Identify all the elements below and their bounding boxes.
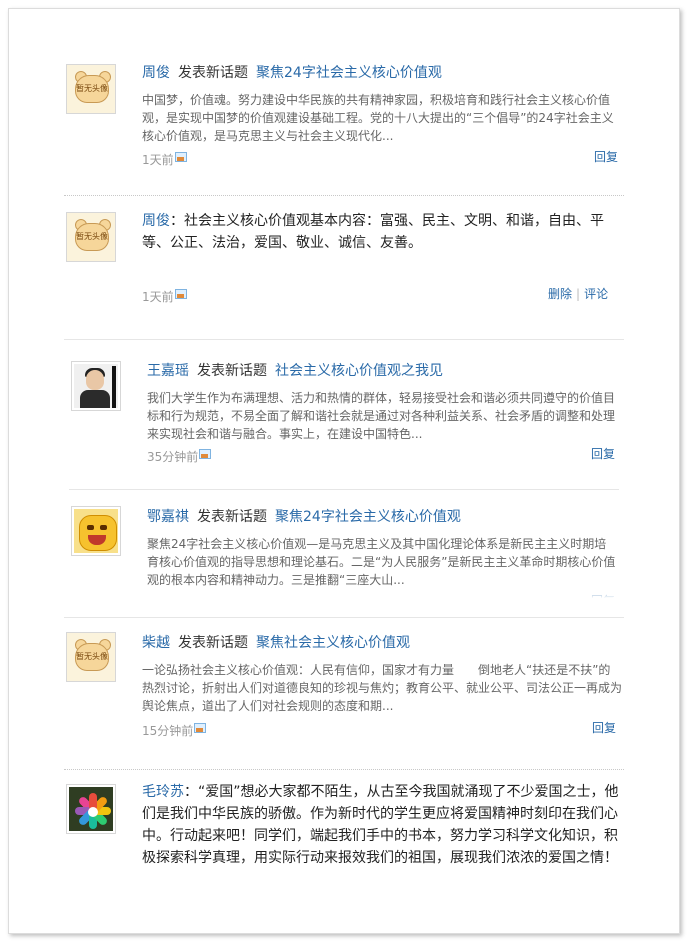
post-content: “爱国”想必大家都不陌生，从古至今我国就涌现了不少爱国之士，他们是我们中华民族的… (142, 784, 619, 866)
action-verb: 发表新话题 (197, 509, 267, 525)
cartoon-face-icon (79, 515, 117, 551)
topic-link[interactable]: 社会主义核心价值观之我见 (275, 363, 443, 379)
timestamp-text: 1天前 (142, 153, 174, 167)
user-name-link[interactable]: 柴越 (142, 635, 170, 651)
action-separator: | (576, 287, 581, 301)
feed-item: 王嘉瑶 发表新话题 社会主义核心价值观之我见 我们大学生作为布满理想、活力和热情的群… (9, 339, 679, 489)
status-post: 周俊：社会主义核心价值观基本内容：富强、民主、文明、和谐，自由、平等、公正、法治… (142, 210, 622, 254)
user-name-link[interactable]: 王嘉瑶 (147, 363, 189, 379)
divider (64, 195, 624, 196)
post-actions: 删除 | 评论 (548, 286, 608, 302)
reply-link[interactable]: 回复 (591, 446, 615, 462)
avatar[interactable]: 暂无头像 (66, 64, 116, 114)
topic-summary: 我们大学生作为布满理想、活力和热情的群体，轻易接受社会和谐必须共同遵守的价值目标… (147, 391, 616, 441)
feed-item-header: 鄂嘉祺 发表新话题 聚焦24字社会主义核心价值观 (147, 508, 461, 526)
avatar[interactable]: 暂无头像 (66, 212, 116, 262)
timestamp: 15分钟前 (142, 723, 207, 739)
delete-link[interactable]: 删除 (548, 287, 572, 301)
timestamp-text: 15分钟前 (142, 724, 194, 738)
flower-center (88, 807, 98, 817)
action-verb: 发表新话题 (178, 635, 248, 651)
feed-item: 暂无头像 周俊 发表新话题 聚焦24字社会主义核心价值观 中国梦，价值魂。努力建设中… (9, 9, 679, 199)
feed-item-header: 王嘉瑶 发表新话题 社会主义核心价值观之我见 (147, 362, 443, 380)
reply-link[interactable]: 回复 (592, 720, 616, 736)
feed-item: 暂无头像 周俊：社会主义核心价值观基本内容：富强、民主、文明、和谐，自由、平等、… (9, 199, 679, 339)
timestamp: 35分钟前 (147, 449, 212, 465)
portrait-face (86, 370, 104, 390)
cartoon-eye (100, 525, 107, 530)
action-verb: 发表新话题 (197, 363, 267, 379)
feed-item: 鄂嘉祺 发表新话题 聚焦24字社会主义核心价值观 聚焦24字社会主义核心价值观—是马… (9, 489, 679, 599)
comment-link[interactable]: 评论 (584, 287, 608, 301)
topic-link[interactable]: 聚焦24字社会主义核心价值观 (275, 509, 461, 525)
reply-link[interactable]: 回复 (594, 149, 618, 165)
post-separator: ： (170, 213, 184, 229)
topic-summary: 中国梦，价值魂。努力建设中华民族的共有精神家园，积极培育和践行社会主义核心价值观… (142, 93, 614, 143)
feed-item-header: 柴越 发表新话题 聚焦社会主义核心价值观 (142, 634, 410, 652)
timestamp: 1天前 (142, 289, 187, 305)
avatar-placeholder-label: 暂无头像 (76, 232, 108, 241)
clip-fade (9, 587, 679, 603)
status-post: 毛玲苏：“爱国”想必大家都不陌生，从古至今我国就涌现了不少爱国之士，他们是我们中… (142, 781, 622, 869)
avatar-placeholder-label: 暂无头像 (76, 652, 108, 661)
timestamp-text: 35分钟前 (147, 450, 199, 464)
post-separator: ： (184, 784, 198, 800)
image-attachment-icon (199, 449, 212, 459)
image-attachment-icon (174, 152, 187, 162)
portrait-body (80, 390, 110, 408)
timestamp: 1天前 (142, 152, 187, 168)
topic-link[interactable]: 聚焦24字社会主义核心价值观 (256, 65, 442, 81)
image-attachment-icon (194, 723, 207, 733)
feed-item-header: 周俊 发表新话题 聚焦24字社会主义核心价值观 (142, 64, 442, 82)
user-name-link[interactable]: 周俊 (142, 65, 170, 81)
user-name-link[interactable]: 毛玲苏 (142, 784, 184, 800)
topic-summary: 一论弘扬社会主义核心价值观：人民有信仰，国家才有力量 倒地老人“扶还是不扶”的热… (142, 663, 623, 713)
topic-summary: 聚焦24字社会主义核心价值观—是马克思主义及其中国化理论体系是新民主主义时期培育… (147, 537, 616, 587)
divider (64, 617, 624, 618)
cartoon-eye (87, 525, 94, 530)
post-content: 社会主义核心价值观基本内容：富强、民主、文明、和谐，自由、平等、公正、法治，爱国… (142, 213, 604, 251)
feed-item: 毛玲苏：“爱国”想必大家都不陌生，从古至今我国就涌现了不少爱国之士，他们是我们中… (9, 771, 679, 933)
avatar[interactable] (66, 784, 116, 834)
divider (64, 769, 624, 770)
user-name-link[interactable]: 周俊 (142, 213, 170, 229)
action-verb: 发表新话题 (178, 65, 248, 81)
avatar[interactable] (71, 506, 121, 556)
portrait-bar (112, 366, 116, 408)
avatar-placeholder-label: 暂无头像 (76, 84, 108, 93)
avatar[interactable] (71, 361, 121, 411)
timestamp-text: 1天前 (142, 290, 174, 304)
user-name-link[interactable]: 鄂嘉祺 (147, 509, 189, 525)
avatar[interactable]: 暂无头像 (66, 632, 116, 682)
activity-feed-window: 暂无头像 周俊 发表新话题 聚焦24字社会主义核心价值观 中国梦，价值魂。努力建设中… (8, 8, 680, 934)
feed-item: 暂无头像 柴越 发表新话题 聚焦社会主义核心价值观 一论弘扬社会主义核心价值观：人民… (9, 619, 679, 769)
image-attachment-icon (174, 289, 187, 299)
topic-link[interactable]: 聚焦社会主义核心价值观 (256, 635, 410, 651)
